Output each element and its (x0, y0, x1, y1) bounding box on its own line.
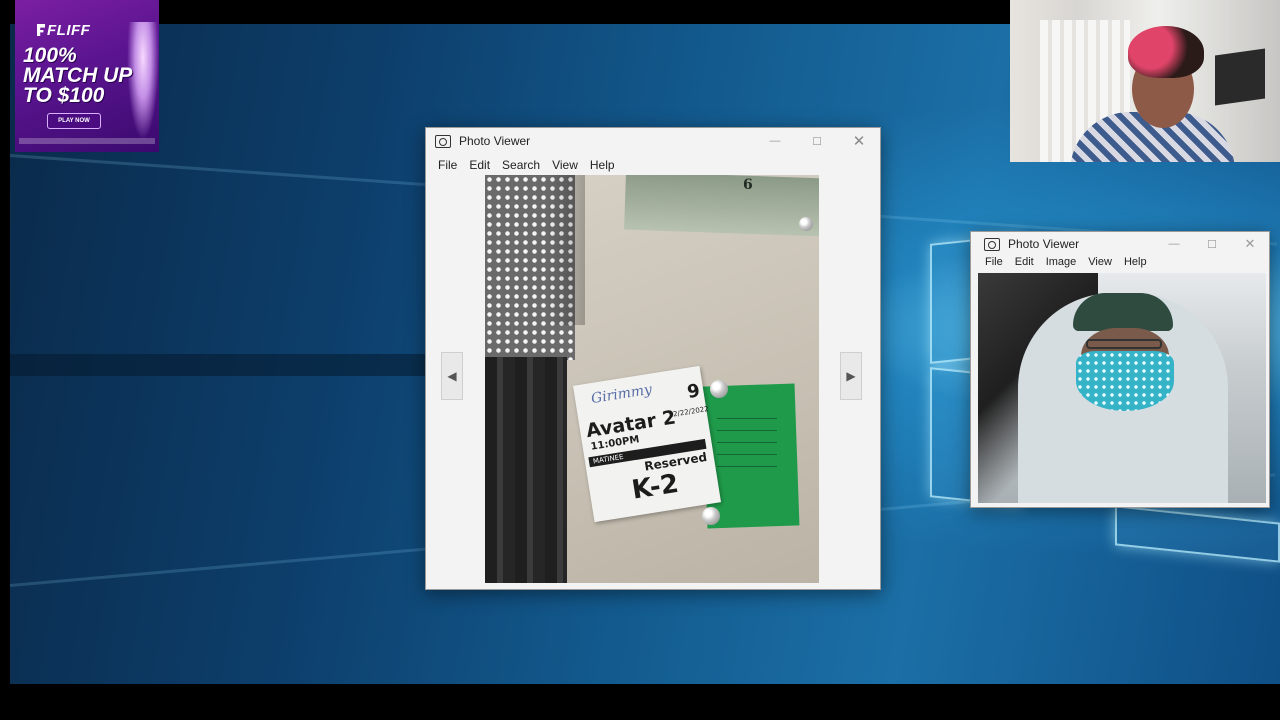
photo-viewer-window-secondary[interactable]: Photo Viewer — ☐ ✕ File Edit Image View … (970, 231, 1270, 508)
push-pin (710, 380, 728, 398)
window-title: Photo Viewer (1008, 237, 1080, 251)
strap-shadow (545, 175, 585, 325)
windows-logo-pane (1115, 505, 1280, 563)
ad-headline: 100% MATCH UP TO $100 (23, 44, 132, 107)
menu-help[interactable]: Help (1118, 256, 1153, 268)
menu-edit[interactable]: Edit (1009, 256, 1040, 268)
wall-tv (1215, 48, 1265, 106)
car-selfie-photo (978, 273, 1266, 503)
ad-fine-print (19, 138, 155, 144)
bill-number: 6 (743, 177, 753, 193)
photo-viewer-window-main[interactable]: Photo Viewer — ☐ ✕ File Edit Search View… (425, 127, 881, 590)
window-title: Photo Viewer (459, 134, 531, 148)
movie-ticket: Girimmy 9 Avatar 2 12/22/2022 11:00PM MA… (572, 365, 722, 523)
baseball-cap (1073, 293, 1173, 331)
webcam-feed (1010, 0, 1280, 162)
previous-image-button[interactable]: ◀ (441, 352, 463, 400)
ticket-seat: K-2 (629, 468, 681, 506)
menu-help[interactable]: Help (584, 158, 621, 172)
ticket-number: 9 (685, 380, 702, 403)
glasses (1086, 339, 1162, 349)
streamer-hair (1128, 26, 1204, 78)
ticket-handwriting: Girimmy (590, 381, 654, 408)
next-image-button[interactable]: ▶ (840, 352, 862, 400)
bandana-mask (1076, 351, 1174, 411)
menu-file[interactable]: File (979, 256, 1009, 268)
minimize-icon[interactable]: — (754, 128, 796, 154)
menu-bar: File Edit Image View Help (971, 252, 1269, 272)
photo-viewer-icon (435, 134, 451, 148)
image-area: ◀ ▶ 6 Girimmy 9 Avatar 2 12/22/2022 11:0… (426, 175, 880, 589)
close-icon[interactable]: ✕ (838, 128, 880, 154)
push-pin (702, 507, 720, 525)
menu-view[interactable]: View (1082, 256, 1118, 268)
ticket-photo: 6 Girimmy 9 Avatar 2 12/22/2022 11:00PM … (485, 175, 819, 583)
play-now-button[interactable]: PLAY NOW (47, 113, 101, 129)
menu-search[interactable]: Search (496, 158, 546, 172)
shadow-band (10, 354, 430, 376)
ticket-date: 12/22/2022 (668, 404, 710, 420)
receipt-lines (717, 407, 777, 477)
fliff-logo-icon (37, 24, 45, 36)
menu-bar: File Edit Search View Help (426, 154, 880, 176)
two-dollar-bill (624, 175, 819, 237)
menu-file[interactable]: File (432, 158, 463, 172)
menu-image[interactable]: Image (1040, 256, 1083, 268)
black-fabric (485, 357, 567, 583)
title-bar[interactable]: Photo Viewer — ☐ ✕ (426, 128, 880, 154)
window-controls: — ☐ ✕ (754, 128, 880, 154)
ad-brand: FLIFF (47, 22, 91, 39)
menu-edit[interactable]: Edit (463, 158, 496, 172)
sportsbook-ad[interactable]: FLIFF 100% MATCH UP TO $100 PLAY NOW (15, 0, 159, 152)
maximize-icon[interactable]: ☐ (796, 128, 838, 154)
photo-viewer-icon (984, 237, 1000, 251)
menu-view[interactable]: View (546, 158, 584, 172)
push-pin (799, 217, 813, 231)
